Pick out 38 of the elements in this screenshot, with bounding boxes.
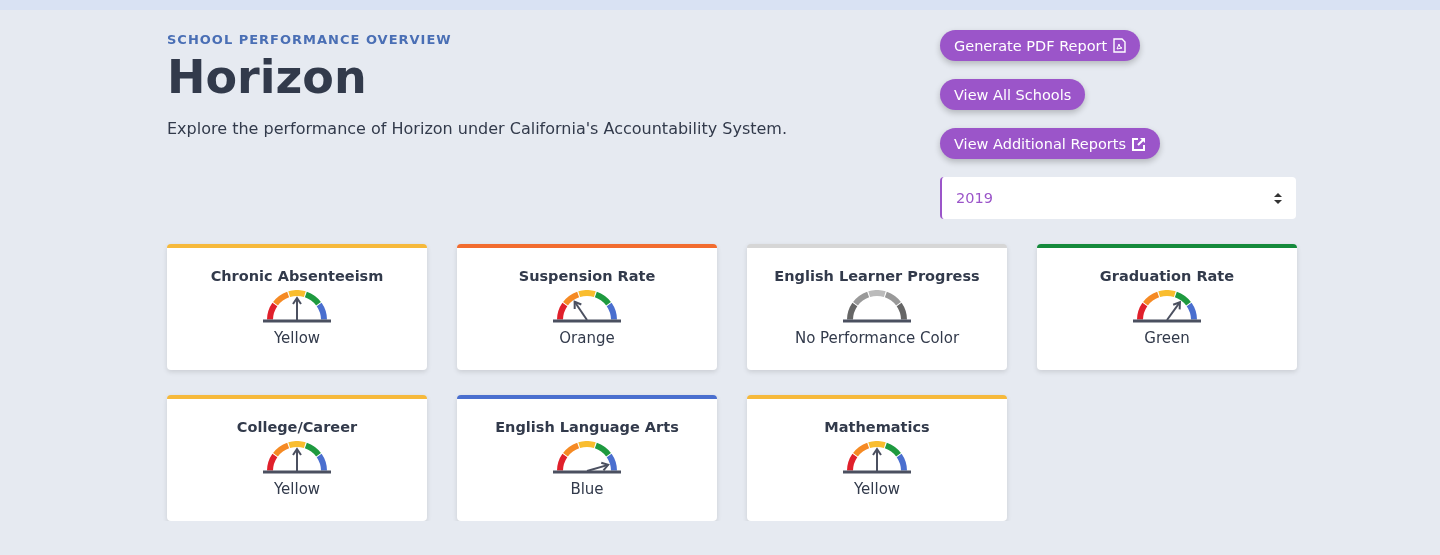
description-text: Explore the performance of Horizon under California's Accountability System. <box>167 119 787 138</box>
indicator-card[interactable]: College/Career Yellow <box>167 395 427 521</box>
indicator-card[interactable]: Mathematics Yellow <box>747 395 1007 521</box>
sort-caret-icon <box>1274 192 1282 204</box>
action-button[interactable]: View All Schools <box>940 79 1086 110</box>
indicator-title: College/Career <box>236 419 358 435</box>
year-select[interactable]: 2019 <box>940 177 1296 219</box>
eyebrow-label: SCHOOL PERFORMANCE OVERVIEW <box>167 32 453 47</box>
indicator-title: Graduation Rate <box>1099 268 1235 284</box>
indicator-status: No Performance Color <box>794 329 960 347</box>
indicator-title: English Language Arts <box>495 419 679 435</box>
gauge-icon <box>1131 290 1203 323</box>
indicator-status: Green <box>1144 329 1190 347</box>
gauge-icon <box>551 290 623 323</box>
indicator-card[interactable]: Graduation Rate Green <box>1037 244 1297 370</box>
indicator-card[interactable]: Chronic Absenteeism Yellow <box>167 244 427 370</box>
indicator-title: Chronic Absenteeism <box>210 268 384 284</box>
indicator-status: Yellow <box>273 329 321 347</box>
gauge-icon <box>261 290 333 323</box>
indicator-title: Mathematics <box>824 419 930 435</box>
indicator-card[interactable]: English Learner Progress No Performance Color <box>747 244 1007 370</box>
school-title: Horizon <box>167 49 368 105</box>
gauge-icon <box>261 441 333 474</box>
pdf-file-icon <box>1113 38 1127 53</box>
external-link-icon <box>1132 136 1147 151</box>
action-button[interactable]: Generate PDF Report <box>940 30 1141 61</box>
indicator-status: Orange <box>559 329 615 347</box>
gauge-icon <box>841 441 913 474</box>
indicator-card[interactable]: English Language Arts Blue <box>457 395 717 521</box>
indicator-status: Yellow <box>853 480 901 498</box>
indicator-status: Yellow <box>273 480 321 498</box>
gauge-icon <box>841 290 913 323</box>
indicator-status: Blue <box>570 480 604 498</box>
indicator-title: English Learner Progress <box>774 268 980 284</box>
action-button[interactable]: View Additional Reports <box>940 128 1161 159</box>
gauge-icon <box>551 441 623 474</box>
indicator-title: Suspension Rate <box>518 268 656 284</box>
indicator-card[interactable]: Suspension Rate Orange <box>457 244 717 370</box>
